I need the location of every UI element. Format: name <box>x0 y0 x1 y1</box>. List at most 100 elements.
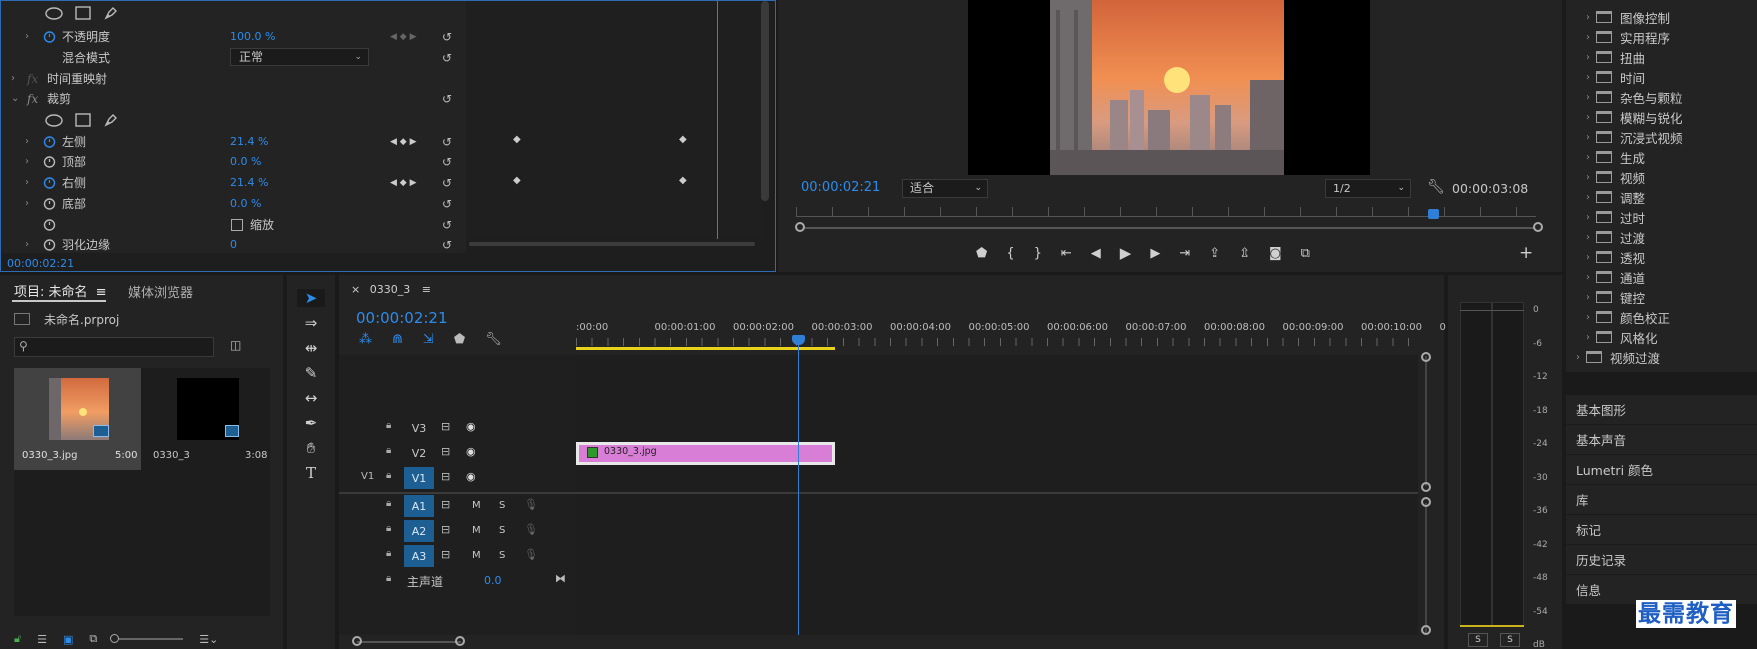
go-to-end-icon[interactable]: ⧓ <box>555 572 566 585</box>
lock-icon[interactable]: 🔒︎ <box>386 523 391 534</box>
work-area-bar[interactable] <box>576 347 835 350</box>
keyframe-nav-icon[interactable]: ◀ ◆ ▶ <box>390 137 417 147</box>
stopwatch-active-icon[interactable] <box>43 135 56 148</box>
snap-icon[interactable]: ⋒ <box>392 332 403 347</box>
solo-button[interactable]: S <box>499 550 505 561</box>
expand-chevron-icon[interactable]: › <box>1580 12 1596 23</box>
pen-tool-icon[interactable]: ✒ <box>305 414 318 432</box>
effects-folder-item[interactable]: › 调整 <box>1566 187 1757 207</box>
effect-controls-timecode[interactable]: 00:00:02:21 <box>7 257 74 270</box>
crop-right-value[interactable]: 21.4 % <box>230 176 268 189</box>
master-value[interactable]: 0.0 <box>484 574 502 587</box>
expand-chevron-icon[interactable]: › <box>1580 232 1596 243</box>
timeline-tab[interactable]: × 0330_3 ≡ <box>351 283 431 296</box>
mark-in-icon[interactable]: { <box>1006 246 1014 261</box>
icon-view-icon[interactable]: ▣ <box>63 633 73 646</box>
effects-folder-item[interactable]: › 杂色与颗粒 <box>1566 87 1757 107</box>
effects-folder-item[interactable]: › 图像控制 <box>1566 7 1757 27</box>
effects-folder-item[interactable]: › 沉浸式视频 <box>1566 127 1757 147</box>
effects-folder-item[interactable]: › 风格化 <box>1566 327 1757 347</box>
pen-mask-icon[interactable] <box>103 5 119 21</box>
expand-chevron-icon[interactable]: › <box>1580 332 1596 343</box>
sync-lock-icon[interactable]: ⊟ <box>441 548 450 561</box>
timeline-h-scroll[interactable] <box>357 641 461 643</box>
step-back-icon[interactable]: ◀︎ <box>1091 246 1101 261</box>
panel-menu-icon[interactable]: ≡ <box>96 285 107 300</box>
stopwatch-icon[interactable] <box>43 218 56 231</box>
opacity-value[interactable]: 100.0 % <box>230 30 275 43</box>
compare-view-icon[interactable]: ⧉ <box>1301 246 1310 261</box>
scroll-handle[interactable] <box>1421 625 1431 635</box>
keyframe-nav-icon[interactable]: ◀ ◆ ▶ <box>390 178 417 188</box>
close-icon[interactable]: × <box>351 283 360 296</box>
scrubber-start-handle[interactable] <box>795 222 805 232</box>
microphone-icon[interactable]: 🎙︎ <box>524 498 538 511</box>
monitor-current-time[interactable]: 00:00:02:21 <box>801 180 880 195</box>
reset-icon[interactable]: ↺ <box>442 218 452 232</box>
keyframe-diamond[interactable]: ◆ <box>679 134 687 145</box>
sort-icon[interactable]: ☰⌄ <box>199 633 218 646</box>
effect-controls-scrollbar[interactable] <box>761 1 769 201</box>
side-panel-tab[interactable]: 历史记录 <box>1566 545 1757 575</box>
go-to-out-icon[interactable]: ⇥ <box>1179 246 1190 261</box>
blend-mode-select[interactable]: 正常 ⌄ <box>230 48 369 66</box>
slip-tool-icon[interactable]: ↔ <box>305 389 318 407</box>
side-panel-tab[interactable]: Lumetri 颜色 <box>1566 455 1757 485</box>
scroll-handle[interactable] <box>1421 352 1431 362</box>
freeform-view-icon[interactable]: ⧉ <box>89 632 97 646</box>
expand-chevron-icon[interactable]: › <box>1580 32 1596 43</box>
keyframe-nav-icon[interactable]: ◀ ◆ ▶ <box>390 32 417 42</box>
expand-chevron-icon[interactable]: › <box>25 31 29 42</box>
stopwatch-active-icon[interactable] <box>43 176 56 189</box>
solo-button[interactable]: S <box>499 500 505 511</box>
timeline-current-time[interactable]: 00:00:02:21 <box>356 309 448 327</box>
resolution-select[interactable]: 1/2 ⌄ <box>1325 179 1411 198</box>
effects-folder-item[interactable]: › 过时 <box>1566 207 1757 227</box>
add-button-icon[interactable]: + <box>1519 243 1533 263</box>
expand-chevron-icon[interactable]: › <box>1580 72 1596 83</box>
lock-icon[interactable]: 🔒︎ <box>386 573 391 584</box>
expand-chevron-icon[interactable]: › <box>1580 192 1596 203</box>
eye-icon[interactable]: ◉ <box>466 420 476 433</box>
expand-chevron-icon[interactable]: › <box>1580 312 1596 323</box>
nest-icon[interactable]: ⁂ <box>359 332 372 347</box>
pen-mask-icon[interactable] <box>103 112 119 128</box>
reset-icon[interactable]: ↺ <box>442 155 452 169</box>
mute-button[interactable]: M <box>472 525 481 536</box>
expand-chevron-icon[interactable]: › <box>1580 92 1596 103</box>
linked-selection-icon[interactable]: ⇲ <box>423 332 434 347</box>
meter-solo-left[interactable]: S <box>1468 633 1488 647</box>
expand-chevron-icon[interactable]: › <box>1580 212 1596 223</box>
reset-icon[interactable]: ↺ <box>442 51 452 65</box>
track-label-a2[interactable]: A2 <box>404 520 434 542</box>
expand-chevron-icon[interactable]: › <box>1580 272 1596 283</box>
project-tab[interactable]: 项目: 未命名 ≡ <box>14 281 107 300</box>
add-marker-icon[interactable]: ⬟ <box>976 246 987 261</box>
stopwatch-icon[interactable] <box>43 197 56 210</box>
reset-icon[interactable]: ↺ <box>442 176 452 190</box>
side-panel-tab[interactable]: 基本图形 <box>1566 395 1757 425</box>
scroll-handle[interactable] <box>455 636 465 646</box>
track-label-v3[interactable]: V3 <box>404 417 434 439</box>
crop-left-value[interactable]: 21.4 % <box>230 135 268 148</box>
lock-icon[interactable]: 🔒︎ <box>386 498 391 509</box>
camera-icon[interactable]: ◙ <box>1269 246 1282 261</box>
go-to-in-icon[interactable]: ⇤ <box>1061 246 1072 261</box>
feather-value[interactable]: 0 <box>230 238 237 251</box>
stopwatch-icon[interactable] <box>43 155 56 168</box>
expand-chevron-icon[interactable]: › <box>1580 132 1596 143</box>
expand-chevron-icon[interactable]: › <box>25 156 29 167</box>
crop-top-value[interactable]: 0.0 % <box>230 155 261 168</box>
zoom-slider[interactable] <box>110 634 184 643</box>
effects-folder-item[interactable]: › 颜色校正 <box>1566 307 1757 327</box>
effects-folder-item[interactable]: › 透视 <box>1566 247 1757 267</box>
project-item-sequence[interactable]: 0330_3 3:08 <box>141 368 270 470</box>
hand-tool-icon[interactable]: ✋︎ <box>307 439 316 457</box>
keyframe-diamond[interactable]: ◆ <box>513 134 521 145</box>
side-panel-tab[interactable]: 标记 <box>1566 515 1757 545</box>
sync-lock-icon[interactable]: ⊟ <box>441 420 450 433</box>
expand-chevron-icon[interactable]: › <box>1580 292 1596 303</box>
effects-folder-item[interactable]: › 过渡 <box>1566 227 1757 247</box>
reset-icon[interactable]: ↺ <box>442 197 452 211</box>
track-select-tool-icon[interactable]: ⇒ <box>305 314 318 332</box>
